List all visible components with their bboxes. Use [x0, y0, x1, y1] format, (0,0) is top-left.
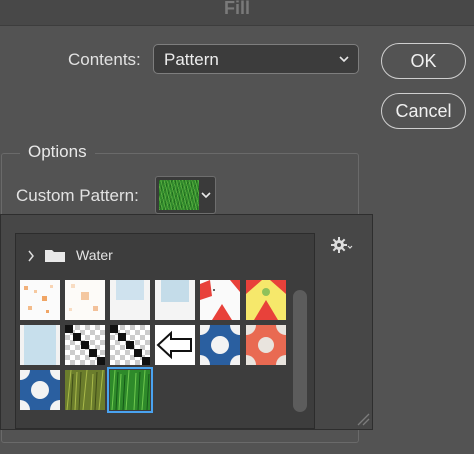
water-pattern-11[interactable] — [200, 325, 240, 365]
water-pattern-8[interactable] — [65, 325, 105, 365]
water-pattern-13[interactable] — [20, 370, 60, 410]
water-pattern-4[interactable] — [155, 280, 195, 320]
water-pattern-15[interactable] — [107, 367, 153, 413]
custom-pattern-label: Custom Pattern: — [16, 186, 139, 205]
resize-grip-icon[interactable] — [354, 410, 370, 426]
chevron-down-icon — [201, 192, 211, 199]
folder-icon — [45, 250, 65, 262]
title-bar: Fill — [0, 0, 474, 26]
chevron-right-icon[interactable] — [27, 250, 35, 262]
water-pattern-9[interactable] — [110, 325, 150, 365]
contents-select[interactable]: Pattern — [153, 44, 359, 74]
water-pattern-1[interactable] — [20, 280, 60, 320]
gear-icon[interactable] — [330, 236, 354, 254]
contents-label: Contents: — [68, 50, 141, 69]
water-pattern-6[interactable] — [246, 280, 286, 320]
chevron-down-icon — [339, 56, 349, 63]
water-pattern-5[interactable] — [200, 280, 240, 320]
water-pattern-12[interactable] — [246, 325, 286, 365]
water-pattern-7[interactable] — [20, 325, 60, 365]
water-pattern-14[interactable] — [65, 370, 105, 410]
water-pattern-3[interactable] — [110, 280, 150, 320]
pattern-folder-name: Water — [76, 247, 113, 263]
options-legend: Options — [20, 142, 95, 162]
water-pattern-2[interactable] — [65, 280, 105, 320]
water-pattern-10[interactable] — [155, 325, 195, 365]
pattern-folder-row[interactable]: Water — [14, 232, 294, 272]
custom-pattern-picker-button[interactable] — [155, 176, 216, 214]
window-title: Fill — [224, 0, 250, 18]
ok-button[interactable]: OK — [381, 43, 466, 79]
cancel-button[interactable]: Cancel — [381, 93, 466, 129]
pattern-list-scrollbar[interactable] — [293, 290, 307, 412]
contents-select-value: Pattern — [164, 50, 219, 69]
current-pattern-swatch — [159, 180, 199, 210]
